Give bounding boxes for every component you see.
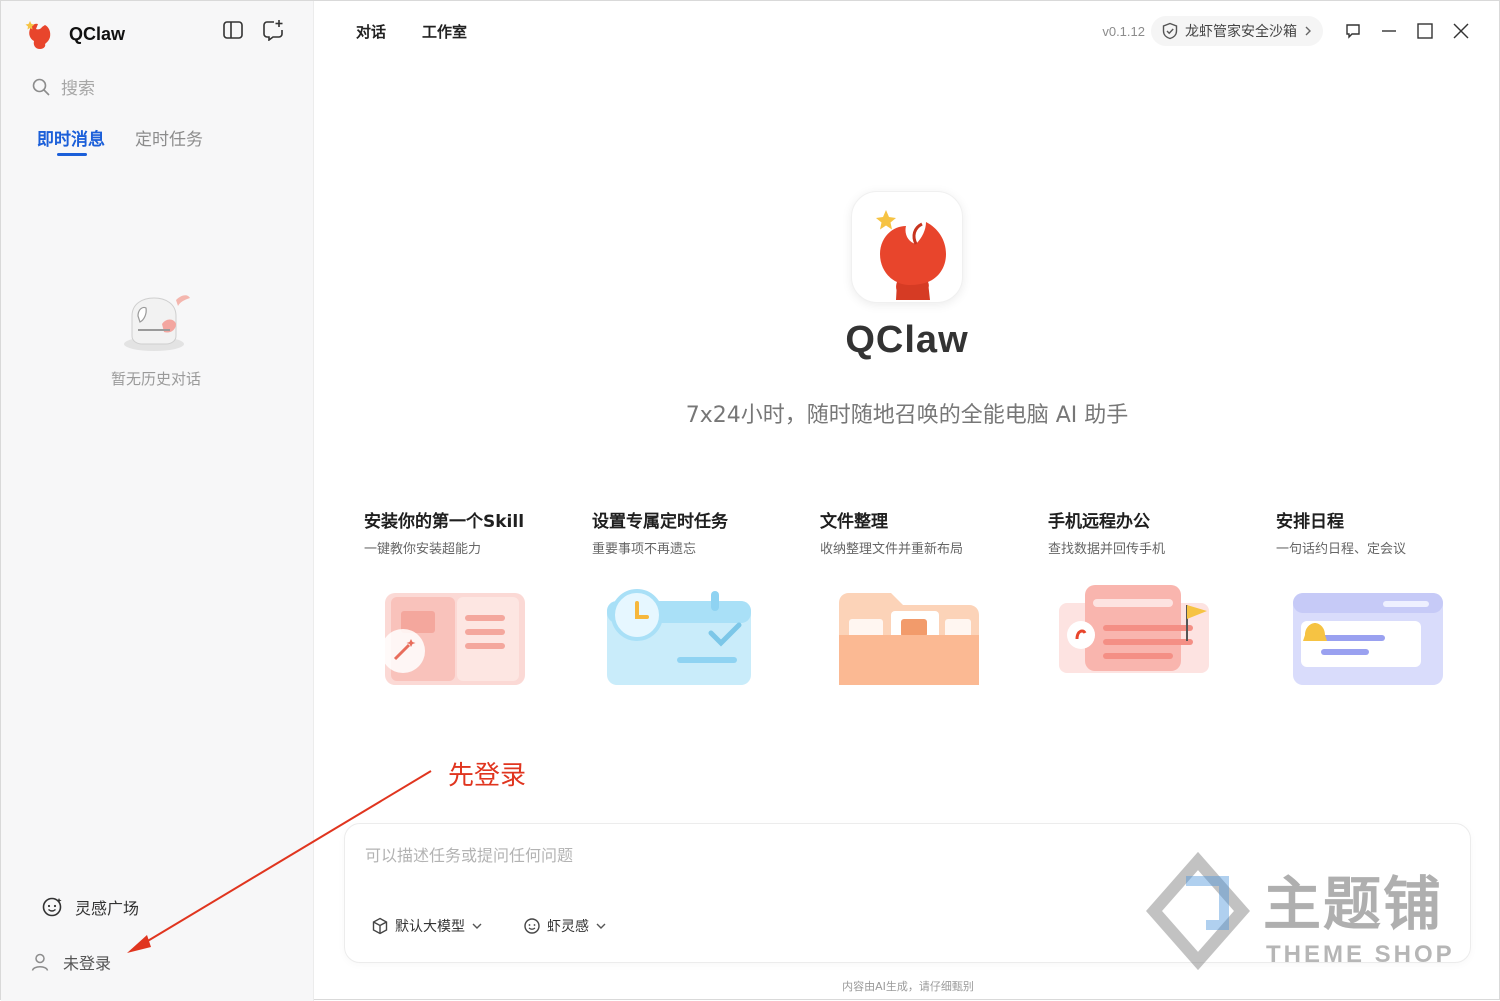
brand: QClaw (25, 17, 125, 51)
phone-flag-illustration-icon (1059, 585, 1209, 673)
chevron-down-icon (472, 923, 482, 929)
card-title: 手机远程办公 (1048, 512, 1150, 532)
security-sandbox-button[interactable]: 龙虾管家安全沙箱 (1151, 16, 1323, 46)
shield-icon (1162, 22, 1178, 40)
chevron-down-icon (596, 923, 606, 929)
search-box[interactable]: 搜索 (31, 74, 95, 99)
top-tabs: 对话 工作室 (356, 21, 467, 42)
minimize-icon (1382, 30, 1396, 32)
login-label: 未登录 (63, 954, 112, 973)
chat-input[interactable] (365, 846, 1125, 865)
hero-logo (851, 191, 963, 303)
smile-spark-icon (524, 918, 540, 934)
card-title: 文件整理 (820, 512, 888, 532)
version-label: v0.1.12 (1102, 23, 1145, 39)
sidebar-tabs: 即时消息 定时任务 (37, 125, 203, 158)
card-desc: 收纳整理文件并重新布局 (820, 542, 964, 557)
inspiration-plaza-label: 灵感广场 (75, 899, 140, 918)
minimize-button[interactable] (1371, 15, 1407, 47)
search-placeholder: 搜索 (61, 79, 95, 99)
ai-disclaimer: 内容由AI生成，请仔细甄别 (842, 980, 974, 993)
smile-spark-icon (42, 897, 62, 917)
model-select[interactable]: 默认大模型 (371, 916, 483, 936)
calendar-bell-illustration-icon (1293, 593, 1443, 685)
card-install-skill[interactable]: 安装你的第一个Skill 一键教你安装超能力 (353, 505, 565, 690)
new-chat-icon[interactable] (262, 19, 284, 41)
hero-subtitle: 7x24小时，随时随地召唤的全能电脑 AI 助手 (685, 403, 1129, 428)
inspiration-plaza-button[interactable]: 灵感广场 (41, 895, 139, 919)
watermark-title: 主题铺 (1263, 870, 1444, 938)
card-desc: 一句话约日程、定会议 (1276, 542, 1407, 557)
close-icon (1453, 23, 1469, 39)
tab-instant-messages[interactable]: 即时消息 (37, 125, 105, 158)
tab-studio[interactable]: 工作室 (422, 21, 467, 42)
empty-history-text: 暂无历史对话 (110, 370, 201, 388)
inspiration-select[interactable]: 虾灵感 (523, 916, 607, 936)
close-button[interactable] (1443, 15, 1479, 47)
book-wand-illustration-icon (381, 593, 525, 685)
watermark-subtitle: THEME SHOP (1266, 941, 1455, 968)
login-annotation: 先登录 (448, 761, 527, 791)
login-button[interactable]: 未登录 (29, 950, 111, 974)
qclaw-logo-icon (25, 21, 51, 49)
app-name: QClaw (69, 23, 126, 44)
chevron-right-icon (1305, 26, 1311, 36)
card-desc: 查找数据并回传手机 (1048, 542, 1166, 557)
empty-crayfish-icon (124, 295, 190, 351)
card-desc: 重要事项不再遗忘 (592, 542, 697, 557)
card-schedule[interactable]: 安排日程 一句话约日程、定会议 (1265, 505, 1477, 690)
card-title: 安排日程 (1276, 512, 1344, 532)
card-scheduled-task[interactable]: 设置专属定时任务 重要事项不再遗忘 (581, 505, 793, 690)
sidebar-toggle-icon[interactable] (222, 19, 244, 41)
maximize-button[interactable] (1407, 15, 1443, 47)
qclaw-mascot-icon (876, 210, 946, 300)
card-title: 安装你的第一个Skill (364, 512, 525, 532)
search-icon (32, 78, 50, 96)
model-select-label: 默认大模型 (395, 919, 465, 935)
tab-chat[interactable]: 对话 (356, 21, 386, 42)
tab-scheduled-tasks[interactable]: 定时任务 (135, 125, 203, 158)
card-title: 设置专属定时任务 (592, 512, 728, 532)
quick-start-cards: 安装你的第一个Skill 一键教你安装超能力 设置专属定时任务 重要事项不再遗忘 (353, 505, 1471, 690)
message-icon (1346, 24, 1360, 39)
sandbox-label: 龙虾管家安全沙箱 (1185, 24, 1297, 40)
card-desc: 一键教你安装超能力 (364, 542, 482, 557)
sidebar: QClaw 搜索 即时消息 定时任务 暂无历史对话 灵感广场 未登录 (1, 1, 314, 1001)
feedback-button[interactable] (1335, 15, 1371, 47)
maximize-icon (1417, 23, 1433, 39)
empty-history: 暂无历史对话 (101, 286, 211, 389)
folder-illustration-icon (839, 593, 979, 685)
window-controls: v0.1.12 龙虾管家安全沙箱 (1102, 15, 1479, 47)
user-icon (31, 953, 49, 971)
inspiration-select-label: 虾灵感 (547, 919, 589, 935)
card-mobile-office[interactable]: 手机远程办公 查找数据并回传手机 (1037, 505, 1249, 690)
card-file-organize[interactable]: 文件整理 收纳整理文件并重新布局 (809, 505, 1021, 690)
hero-title: QClaw (845, 319, 969, 361)
cube-icon (372, 917, 388, 935)
clock-calendar-illustration-icon (607, 589, 751, 685)
app-window: QClaw 搜索 即时消息 定时任务 暂无历史对话 灵感广场 未登录 对话 工作… (0, 0, 1500, 1001)
